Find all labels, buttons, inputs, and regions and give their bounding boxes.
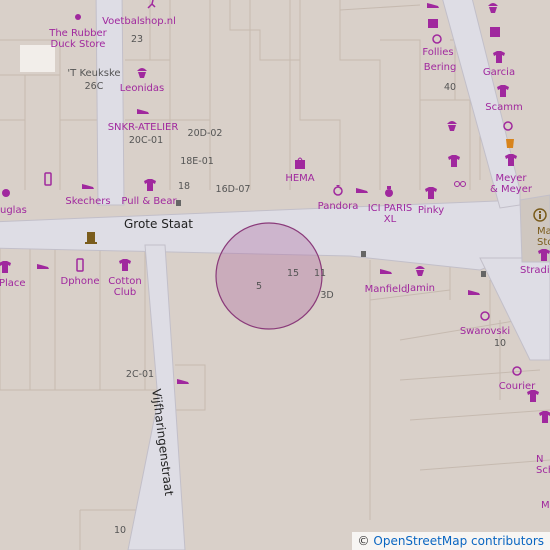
poi-pull-bear[interactable]: Pull & Bear (121, 196, 176, 207)
cupcake-icon (137, 68, 147, 78)
ring-icon (333, 185, 343, 196)
location-marker[interactable] (215, 222, 323, 330)
cupcake-icon (447, 121, 457, 131)
ring-icon (480, 311, 490, 321)
ring-icon (432, 34, 442, 44)
monument-icon (85, 232, 97, 244)
phone-icon (44, 172, 52, 186)
poi-bering[interactable]: Bering (424, 62, 457, 73)
dot-icon (75, 14, 81, 20)
ring-icon (512, 366, 522, 376)
map-attribution[interactable]: © OpenStreetMap contributors (351, 532, 550, 550)
house-number: 5 (255, 281, 263, 292)
poi-maastricht-store[interactable]: Maastri Store (537, 226, 550, 248)
shirt-icon (539, 411, 550, 423)
copyright-symbol: © (357, 534, 370, 548)
house-number: 15 (286, 268, 300, 279)
shirt-icon (0, 261, 11, 273)
map-base-layer (0, 0, 550, 550)
shirt-icon (144, 179, 156, 191)
shoe-icon (177, 379, 189, 384)
poi-leonidas[interactable]: Leonidas (120, 83, 164, 94)
poi-douglas[interactable]: uglas (0, 205, 27, 216)
shirt-icon (448, 155, 460, 167)
house-number: 40 (443, 82, 457, 93)
poi-hema[interactable]: HEMA (285, 173, 314, 184)
poi-ici-paris-xl[interactable]: ICI PARIS XL (368, 203, 413, 225)
poi-manfield[interactable]: Manfield (365, 284, 408, 295)
shoe-icon (427, 3, 439, 8)
book-icon (490, 27, 500, 37)
shoe-icon (356, 188, 368, 193)
poi-skechers[interactable]: Skechers (65, 196, 110, 207)
cupcake-icon (488, 3, 498, 13)
cupcake-icon (415, 266, 425, 276)
poi-t-keukske: 'T Keukske (67, 68, 121, 79)
poi-place[interactable]: Place (0, 278, 26, 289)
house-number: 18 (177, 181, 191, 192)
perfume-icon (2, 189, 10, 197)
poi-swarovski[interactable]: Swarovski (460, 326, 510, 337)
house-number: 20C-01 (128, 135, 164, 146)
running-icon (147, 0, 156, 9)
house-number: 11 (313, 268, 327, 279)
poi-stradiv[interactable]: Stradiv (520, 265, 550, 276)
map-canvas[interactable]: Grote Staat Vijfharingenstraat The Rubbe… (0, 0, 550, 550)
shirt-icon (493, 51, 505, 63)
poi-follies[interactable]: Follies (422, 47, 453, 58)
house-number: 26C (84, 81, 104, 92)
shirt-icon (425, 187, 437, 199)
shoe-icon (468, 290, 480, 295)
house-number: 2C-01 (125, 369, 155, 380)
poi-pinky[interactable]: Pinky (418, 205, 444, 216)
shirt-icon (538, 249, 550, 261)
poi-voetbalshop[interactable]: Voetbalshop.nl (102, 16, 176, 27)
ring-icon (503, 121, 513, 131)
poi-dphone[interactable]: Dphone (61, 276, 100, 287)
cup-icon (506, 139, 514, 148)
info-icon (533, 208, 547, 222)
poi-n-sch[interactable]: N Sch (536, 454, 550, 476)
poi-garcia[interactable]: Garcia (483, 67, 515, 78)
poi-courier[interactable]: Courier (499, 381, 536, 392)
phone-icon (76, 258, 84, 272)
poi-snkr-atelier[interactable]: SNKR-ATELIER (108, 122, 179, 133)
shirt-icon (505, 154, 517, 166)
shopping-bag-icon (295, 157, 305, 169)
shirt-icon (119, 259, 131, 271)
attribution-link[interactable]: OpenStreetMap contributors (373, 534, 544, 548)
house-number: 23 (130, 34, 144, 45)
shoe-icon (137, 109, 149, 114)
shoe-icon (380, 269, 392, 274)
shopping-bag-icon (428, 19, 438, 28)
poi-meyer-meyer[interactable]: Meyer & Meyer (490, 173, 532, 195)
poi-the-rubber-duck-store[interactable]: The Rubber Duck Store (49, 28, 107, 50)
poi-scamm[interactable]: Scamm (485, 102, 522, 113)
poi-jamin[interactable]: Jamin (407, 283, 435, 294)
shoe-icon (37, 264, 49, 269)
poi-cotton-club[interactable]: Cotton Club (108, 276, 141, 298)
glasses-icon (454, 181, 466, 187)
shirt-icon (497, 85, 509, 97)
house-number: 3D (320, 290, 334, 301)
house-number: 10 (493, 338, 507, 349)
shoe-icon (82, 184, 94, 189)
street-grote-staat: Grote Staat (124, 217, 193, 231)
poi-m[interactable]: M (541, 500, 550, 511)
poi-pandora[interactable]: Pandora (318, 201, 359, 212)
house-number: 10 (113, 525, 127, 536)
house-number: 20D-02 (187, 128, 223, 139)
house-number: 16D-07 (215, 184, 251, 195)
perfume-icon (385, 186, 393, 197)
house-number: 18E-01 (180, 156, 214, 167)
